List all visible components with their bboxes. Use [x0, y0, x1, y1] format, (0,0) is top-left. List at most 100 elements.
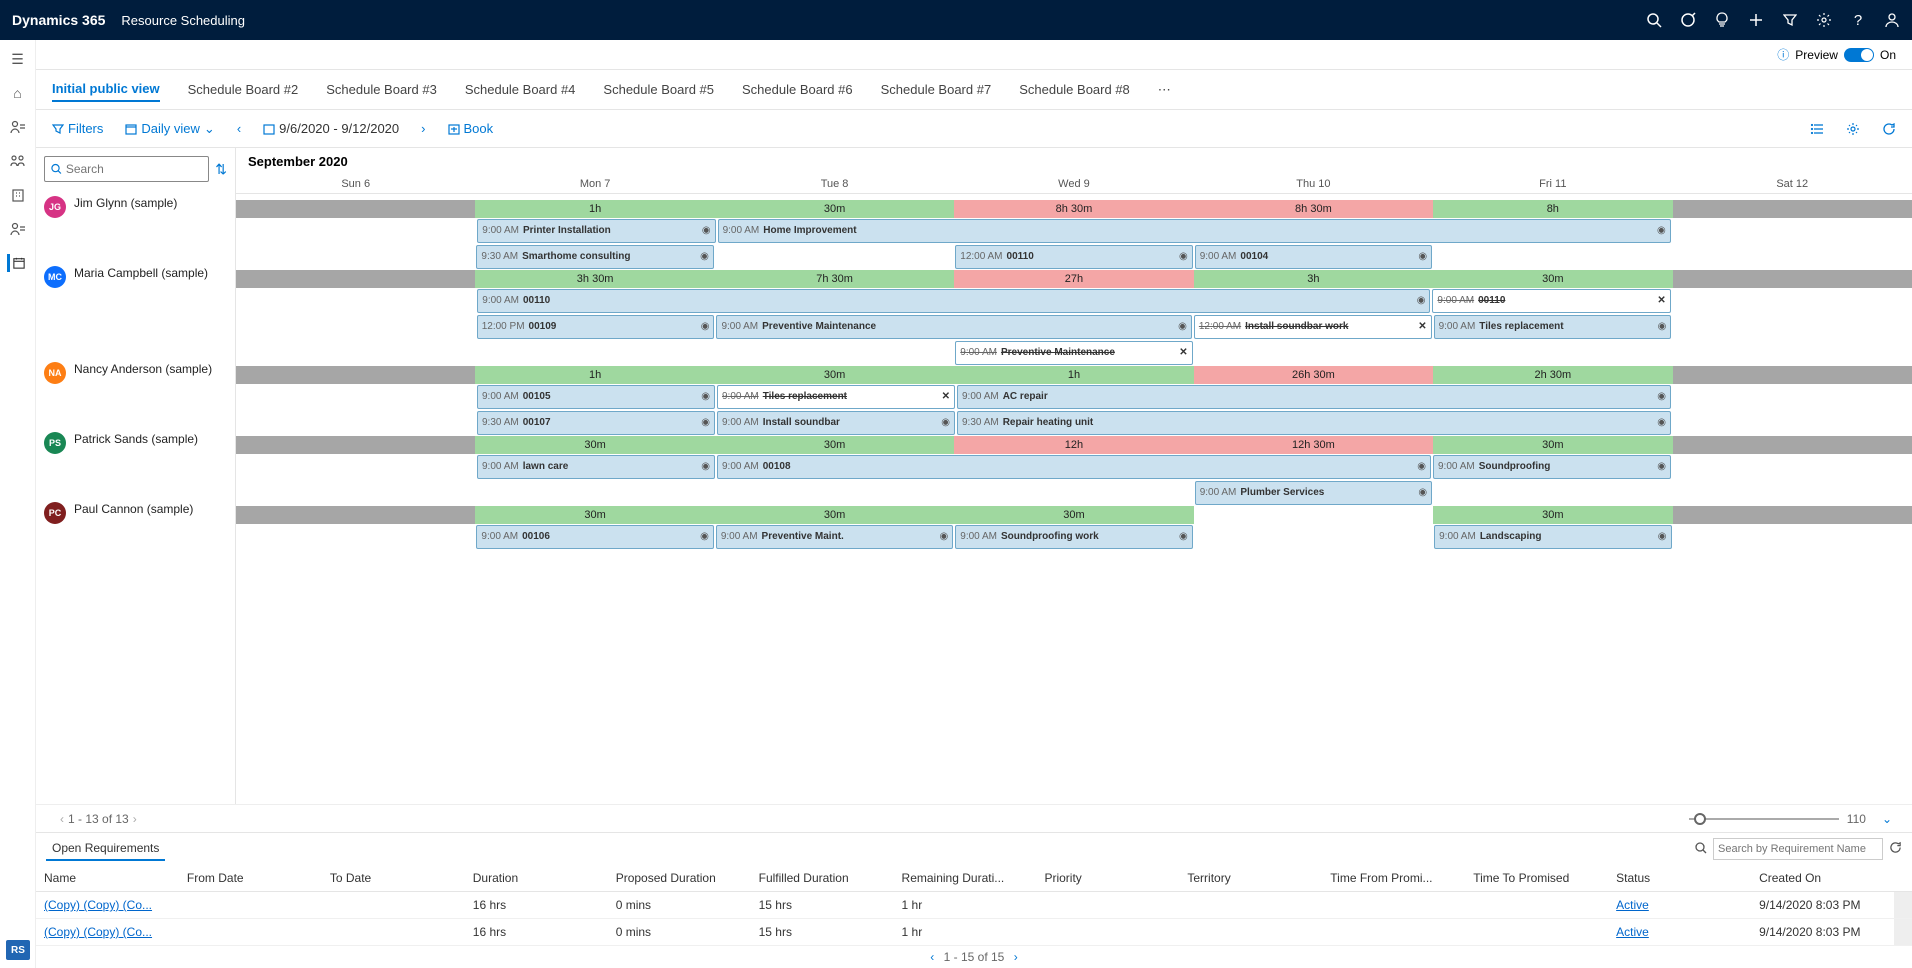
- collapse-icon[interactable]: ⌄: [1882, 812, 1892, 826]
- booking-item[interactable]: 9:00 AM 00104◉: [1195, 245, 1432, 269]
- next-button[interactable]: ›: [415, 119, 431, 138]
- search-field[interactable]: [66, 162, 202, 176]
- gear-icon[interactable]: [1816, 12, 1832, 28]
- booking-item[interactable]: 9:00 AM Soundproofing◉: [1433, 455, 1671, 479]
- schedule-board-icon[interactable]: [7, 254, 25, 272]
- open-requirements-tab[interactable]: Open Requirements: [46, 837, 165, 861]
- book-button[interactable]: Book: [442, 119, 500, 138]
- booking-item[interactable]: 9:00 AM 00108◉: [717, 455, 1431, 479]
- req-status-link[interactable]: Active: [1616, 898, 1649, 912]
- table-row[interactable]: (Copy) (Copy) (Co... 16 hrs 0 mins15 hrs…: [36, 919, 1912, 946]
- plus-icon[interactable]: [1748, 12, 1764, 28]
- board-tab[interactable]: Schedule Board #7: [881, 78, 992, 101]
- booking-item[interactable]: 9:30 AM Repair heating unit◉: [957, 411, 1671, 435]
- req-col-header[interactable]: Fulfilled Duration: [751, 865, 894, 892]
- close-icon[interactable]: ✕: [942, 386, 950, 408]
- booking-item[interactable]: 9:00 AM Soundproofing work◉: [955, 525, 1192, 549]
- board-tab[interactable]: Schedule Board #6: [742, 78, 853, 101]
- req-col-header[interactable]: Priority: [1036, 865, 1179, 892]
- booking-item[interactable]: 9:00 AM 00106◉: [476, 525, 713, 549]
- resource-row[interactable]: PSPatrick Sands (sample): [36, 426, 235, 496]
- home-icon[interactable]: ⌂: [9, 84, 27, 102]
- pager-prev[interactable]: ‹: [56, 812, 68, 826]
- req-pager-next[interactable]: ›: [1008, 950, 1024, 964]
- settings-gear-icon[interactable]: [1840, 120, 1866, 138]
- booking-item[interactable]: 9:00 AM Preventive Maintenance✕: [955, 341, 1192, 365]
- req-col-header[interactable]: To Date: [322, 865, 465, 892]
- search-icon[interactable]: [1646, 12, 1662, 28]
- prev-button[interactable]: ‹: [231, 119, 247, 138]
- sort-icon[interactable]: ⇅: [215, 161, 227, 178]
- booking-item[interactable]: 9:00 AM Home Improvement◉: [718, 219, 1671, 243]
- list-icon[interactable]: [1804, 120, 1830, 138]
- contact-icon[interactable]: [9, 220, 27, 238]
- resource-row[interactable]: MCMaria Campbell (sample): [36, 260, 235, 356]
- board-tab[interactable]: Initial public view: [52, 77, 160, 102]
- req-name-link[interactable]: (Copy) (Copy) (Co...: [44, 925, 152, 939]
- refresh-icon[interactable]: [1876, 120, 1902, 138]
- close-icon[interactable]: ✕: [1418, 316, 1426, 338]
- req-col-header[interactable]: Time From Promi...: [1322, 865, 1465, 892]
- hamburger-icon[interactable]: ☰: [9, 50, 27, 68]
- booking-item[interactable]: 9:00 AM 00110◉: [477, 289, 1430, 313]
- booking-item[interactable]: 12:00 AM Install soundbar work✕: [1194, 315, 1432, 339]
- booking-item[interactable]: 9:30 AM Smarthome consulting◉: [476, 245, 713, 269]
- target-icon[interactable]: [1680, 12, 1696, 28]
- booking-item[interactable]: 9:00 AM Plumber Services◉: [1195, 481, 1432, 505]
- req-refresh-icon[interactable]: [1889, 841, 1902, 857]
- booking-item[interactable]: 9:00 AM lawn care◉: [477, 455, 715, 479]
- req-col-header[interactable]: Created On: [1751, 865, 1894, 892]
- req-col-header[interactable]: Territory: [1179, 865, 1322, 892]
- resource-row[interactable]: NANancy Anderson (sample): [36, 356, 235, 426]
- filter-icon[interactable]: [1782, 12, 1798, 28]
- resource-row[interactable]: PCPaul Cannon (sample): [36, 496, 235, 540]
- board-tab[interactable]: Schedule Board #8: [1019, 78, 1130, 101]
- req-col-header[interactable]: Duration: [465, 865, 608, 892]
- booking-item[interactable]: 9:00 AM Tiles replacement◉: [1434, 315, 1672, 339]
- board-tab[interactable]: Schedule Board #2: [188, 78, 299, 101]
- booking-item[interactable]: 9:00 AM Preventive Maintenance◉: [716, 315, 1191, 339]
- booking-item[interactable]: 9:00 AM AC repair◉: [957, 385, 1671, 409]
- booking-item[interactable]: 9:30 AM 00107◉: [477, 411, 715, 435]
- req-col-header[interactable]: Time To Promised: [1465, 865, 1608, 892]
- booking-item[interactable]: 12:00 AM 00110◉: [955, 245, 1192, 269]
- zoom-slider[interactable]: [1689, 818, 1839, 820]
- filters-button[interactable]: Filters: [46, 119, 109, 138]
- req-col-header[interactable]: Remaining Durati...: [894, 865, 1037, 892]
- user-icon[interactable]: [1884, 12, 1900, 28]
- date-range-picker[interactable]: 9/6/2020 - 9/12/2020: [257, 119, 405, 138]
- board-tab[interactable]: Schedule Board #3: [326, 78, 437, 101]
- booking-item[interactable]: 12:00 PM 00109◉: [477, 315, 715, 339]
- req-search-input[interactable]: [1713, 838, 1883, 860]
- req-col-header[interactable]: Proposed Duration: [608, 865, 751, 892]
- more-tabs-icon[interactable]: ⋯: [1158, 78, 1171, 102]
- board-tab[interactable]: Schedule Board #5: [603, 78, 714, 101]
- req-col-header[interactable]: From Date: [179, 865, 322, 892]
- booking-item[interactable]: 9:00 AM 00110✕: [1432, 289, 1670, 313]
- daily-view-button[interactable]: Daily view ⌄: [119, 119, 220, 139]
- req-search-icon[interactable]: [1695, 842, 1707, 857]
- req-col-header[interactable]: Name: [36, 865, 179, 892]
- search-input[interactable]: [44, 156, 209, 182]
- close-icon[interactable]: ✕: [1179, 342, 1187, 364]
- pager-next[interactable]: ›: [129, 812, 141, 826]
- booking-item[interactable]: 9:00 AM 00105◉: [477, 385, 715, 409]
- booking-item[interactable]: 9:00 AM Preventive Maint.◉: [716, 525, 953, 549]
- board-tab[interactable]: Schedule Board #4: [465, 78, 576, 101]
- help-icon[interactable]: ?: [1850, 12, 1866, 28]
- booking-item[interactable]: 9:00 AM Landscaping◉: [1434, 525, 1671, 549]
- req-col-header[interactable]: Status: [1608, 865, 1751, 892]
- people-icon[interactable]: [9, 118, 27, 136]
- booking-item[interactable]: 9:00 AM Printer Installation◉: [477, 219, 715, 243]
- lightbulb-icon[interactable]: [1714, 12, 1730, 28]
- booking-item[interactable]: 9:00 AM Install soundbar◉: [717, 411, 955, 435]
- req-pager-prev[interactable]: ‹: [924, 950, 940, 964]
- resource-row[interactable]: JGJim Glynn (sample): [36, 190, 235, 260]
- org-icon[interactable]: [9, 152, 27, 170]
- close-icon[interactable]: ✕: [1657, 290, 1665, 312]
- building-icon[interactable]: [9, 186, 27, 204]
- req-name-link[interactable]: (Copy) (Copy) (Co...: [44, 898, 152, 912]
- table-row[interactable]: (Copy) (Copy) (Co... 16 hrs 0 mins15 hrs…: [36, 892, 1912, 919]
- booking-item[interactable]: 9:00 AM Tiles replacement✕: [717, 385, 955, 409]
- rs-badge[interactable]: RS: [6, 940, 30, 960]
